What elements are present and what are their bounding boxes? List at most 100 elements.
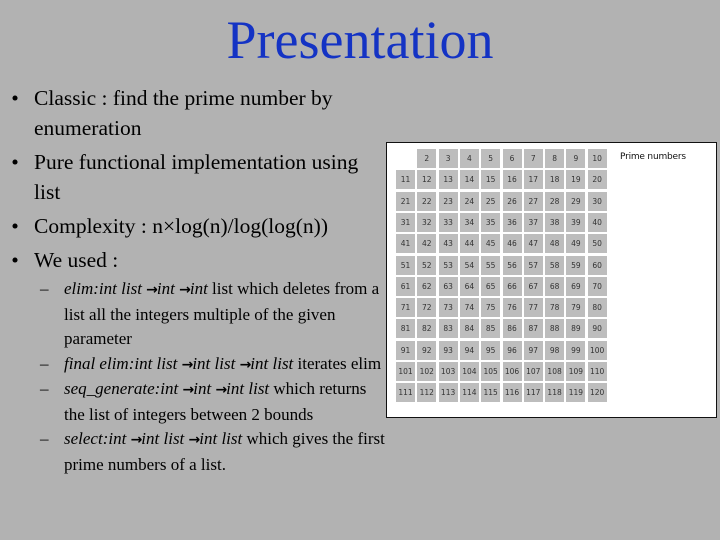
number-cell: 116 xyxy=(502,383,522,403)
number-cell: 107 xyxy=(523,362,543,381)
signature-part: seq_generate:int xyxy=(64,379,183,398)
number-cell: 76 xyxy=(502,298,522,318)
sub-bullet-item: – seq_generate:int →int →int list which … xyxy=(0,377,386,427)
number-cell: 80 xyxy=(587,298,607,318)
number-cell: 113 xyxy=(438,383,458,403)
number-cell: 24 xyxy=(459,191,479,211)
number-cell: 112 xyxy=(417,383,437,403)
number-cell: 15 xyxy=(481,170,501,190)
number-cell: 22 xyxy=(417,191,437,211)
number-cell: 16 xyxy=(502,170,522,190)
number-cell: 56 xyxy=(502,255,522,275)
function-signature: select:int →int list →int list xyxy=(64,429,242,448)
number-cell: 98 xyxy=(545,340,565,360)
number-cell: 119 xyxy=(566,383,586,403)
number-cell: 51 xyxy=(396,255,415,275)
number-cell: 21 xyxy=(396,191,415,211)
number-cell: 87 xyxy=(523,319,543,339)
number-cell: 66 xyxy=(502,276,522,296)
number-cell: 45 xyxy=(481,234,501,254)
number-cell: 102 xyxy=(417,362,437,381)
number-cell: 58 xyxy=(545,255,565,275)
number-cell: 52 xyxy=(417,255,437,275)
sub-bullet-item: – select:int →int list →int list which g… xyxy=(0,427,386,477)
number-cell: 59 xyxy=(566,255,586,275)
number-cell: 97 xyxy=(523,340,543,360)
signature-part: int list xyxy=(141,429,189,448)
number-cell: 91 xyxy=(396,340,415,360)
number-cell: 9 xyxy=(566,149,586,168)
number-cell: 18 xyxy=(545,170,565,190)
number-cell: 31 xyxy=(396,212,415,232)
number-cell: 100 xyxy=(587,340,607,360)
bullet-text: Classic : find the prime number by enume… xyxy=(34,86,333,140)
number-cell: 92 xyxy=(417,340,437,360)
bullet-item: • Pure functional implementation using l… xyxy=(0,147,384,207)
signature-part: int xyxy=(193,379,216,398)
number-cell: 89 xyxy=(566,319,586,339)
signature-part: elim:int list xyxy=(64,279,147,298)
number-cell: 118 xyxy=(545,383,565,403)
number-cell: 44 xyxy=(459,234,479,254)
number-cell: 63 xyxy=(438,276,458,296)
number-cell: 10 xyxy=(587,149,607,168)
number-cell: 26 xyxy=(502,191,522,211)
sub-bullet-item: – final elim:int list →int list →int lis… xyxy=(0,352,386,378)
number-cell: 32 xyxy=(417,212,437,232)
number-cell: 54 xyxy=(459,255,479,275)
signature-part: int list xyxy=(226,379,270,398)
number-cell: 96 xyxy=(502,340,522,360)
signature-part: final elim:int list xyxy=(64,353,182,373)
number-cell: 34 xyxy=(459,212,479,232)
number-cell: 23 xyxy=(438,191,458,211)
number-cell: 47 xyxy=(523,234,543,254)
number-cell: 53 xyxy=(438,255,458,275)
number-cell: 13 xyxy=(438,170,458,190)
number-cell: 40 xyxy=(587,212,607,232)
slide-title: Presentation xyxy=(226,10,494,70)
number-cell: 81 xyxy=(396,319,415,339)
number-cell: 37 xyxy=(523,212,543,232)
number-cell: 19 xyxy=(566,170,586,190)
number-cell: 64 xyxy=(459,276,479,296)
number-cell: 75 xyxy=(481,298,501,318)
number-cell: 84 xyxy=(459,319,479,339)
number-cell: 82 xyxy=(417,319,437,339)
bullet-item: • Classic : find the prime number by enu… xyxy=(0,83,384,143)
number-cell: 65 xyxy=(481,276,501,296)
bullet-item: • Complexity : n×log(n)/log(log(n)) xyxy=(0,211,384,241)
number-cell: 106 xyxy=(502,362,522,381)
number-cell: 99 xyxy=(566,340,586,360)
number-cell: 38 xyxy=(545,212,565,232)
bullet-list: • Classic : find the prime number by enu… xyxy=(0,83,400,279)
number-cell: 33 xyxy=(438,212,458,232)
number-cell: 109 xyxy=(566,362,586,381)
number-cell: 30 xyxy=(587,191,607,211)
number-cell: 48 xyxy=(545,234,565,254)
number-cell: 86 xyxy=(502,319,522,339)
number-cell: 101 xyxy=(396,362,415,381)
sub-bullet-marker: – xyxy=(40,429,49,448)
bullet-item: • We used : xyxy=(0,245,384,275)
number-cell: 77 xyxy=(523,298,543,318)
number-cell: 39 xyxy=(566,212,586,232)
number-cell: 73 xyxy=(438,298,458,318)
sub-bullet-marker: – xyxy=(40,379,49,398)
number-cell: 55 xyxy=(481,255,501,275)
bullet-marker: • xyxy=(11,214,19,238)
function-signature: seq_generate:int →int →int list xyxy=(64,379,269,398)
number-cell: 108 xyxy=(545,362,565,381)
number-cell: 110 xyxy=(587,362,607,381)
number-cell: 49 xyxy=(566,234,586,254)
number-cell: 103 xyxy=(438,362,458,381)
number-cell: 117 xyxy=(523,383,543,403)
number-cell: 36 xyxy=(502,212,522,232)
number-cell: 46 xyxy=(502,234,522,254)
number-cell: 95 xyxy=(481,340,501,360)
number-cell: 69 xyxy=(566,276,586,296)
bullet-text: Pure functional implementation using lis… xyxy=(34,150,359,204)
bullet-marker: • xyxy=(11,150,19,174)
number-cell: 17 xyxy=(523,170,543,190)
number-cell: 115 xyxy=(481,383,501,403)
number-cell: 28 xyxy=(545,191,565,211)
